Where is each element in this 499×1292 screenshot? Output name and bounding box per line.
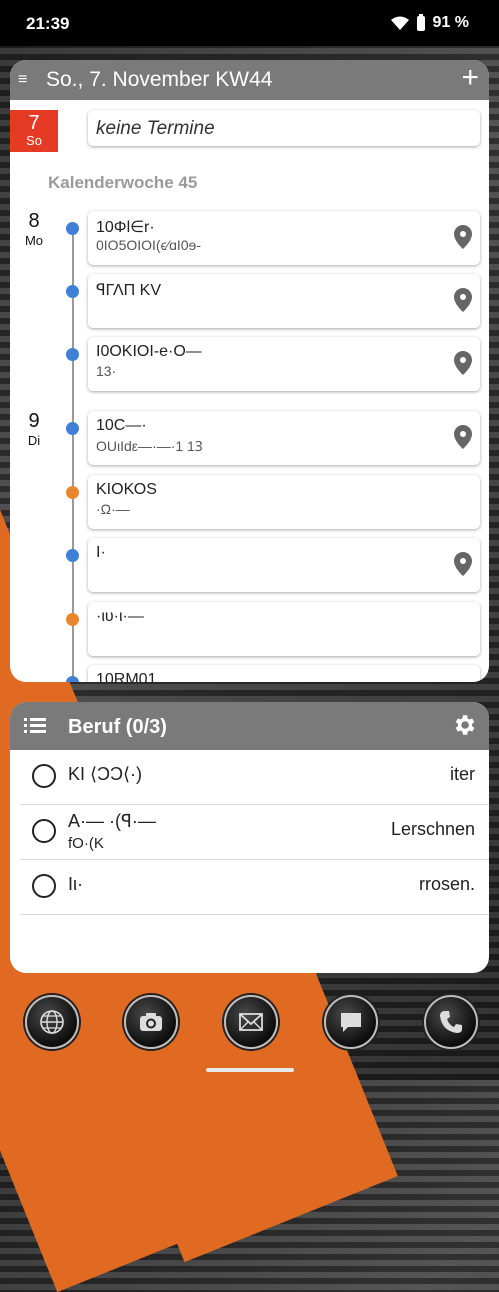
dock-browser-button[interactable]: [25, 995, 79, 1049]
gear-icon[interactable]: [451, 712, 477, 738]
globe-icon: [40, 1010, 64, 1034]
task-header: Beruf (0/3): [10, 702, 489, 750]
task-text-line2: fΟ·(Κ: [68, 835, 104, 852]
today-date-badge[interactable]: 7 So: [10, 110, 58, 152]
event-dot: [66, 348, 79, 361]
event-dot: [66, 676, 79, 682]
event-title: ꟼΓΛΠ ΚV: [96, 282, 162, 299]
location-pin-icon[interactable]: [454, 425, 472, 449]
event-title: 10RM01: [96, 671, 157, 682]
status-time: 21:39: [26, 14, 70, 33]
day-number: 8: [28, 210, 40, 232]
day-name: Di: [27, 433, 41, 448]
camera-icon: [140, 1013, 162, 1031]
battery-icon: [416, 13, 425, 31]
today-day-name: So: [26, 133, 42, 148]
day-name: Mo: [24, 233, 44, 248]
gesture-nav-bar[interactable]: [206, 1068, 294, 1072]
day-label-tuesday: 9 Di: [22, 410, 46, 448]
add-event-button[interactable]: +: [461, 63, 479, 93]
app-dock: [0, 995, 499, 1055]
status-icons: 91 %: [390, 13, 469, 32]
location-pin-icon[interactable]: [454, 552, 472, 576]
dock-phone-button[interactable]: [424, 995, 478, 1049]
event-dot: [66, 222, 79, 235]
event-location: 13·: [96, 363, 117, 379]
task-checkbox[interactable]: [32, 764, 56, 788]
event-dot: [66, 486, 79, 499]
task-widget[interactable]: Beruf (0/3) ΚΙ ⟨ϽϽ⟨·) iter A·— ·(ꟼ·— fΟ·…: [10, 702, 489, 973]
task-text: ΚΙ ⟨ϽϽ⟨·): [68, 764, 143, 784]
phone-icon: [440, 1011, 462, 1033]
dock-messages-button[interactable]: [324, 995, 378, 1049]
chat-icon: [341, 1013, 361, 1032]
calendar-widget[interactable]: ≡ So., 7. November KW44 + 7 So keine Ter…: [10, 60, 489, 682]
today-no-events-card[interactable]: keine Termine: [88, 110, 480, 146]
calendar-title[interactable]: So., 7. November KW44: [46, 68, 272, 92]
location-pin-icon[interactable]: [454, 288, 472, 312]
task-item[interactable]: Ιι· rrosen.: [20, 860, 489, 915]
event-title: ·ιυ·ι·—: [96, 608, 144, 625]
task-list-title[interactable]: Beruf (0/3): [68, 716, 167, 739]
event-location: 0ΙΟ5ΟΙΟΙ(ϵ⁄ɑΙ0ɘ-: [96, 237, 202, 253]
task-text-end: iter: [449, 764, 475, 784]
event-card[interactable]: ꟼΓΛΠ ΚV: [88, 274, 480, 328]
today-day-number: 7: [28, 112, 40, 134]
status-bar: 21:39 91 %: [0, 0, 499, 46]
event-title: Ι0ΟΚΙΟΙ-e·Ο—: [96, 343, 202, 360]
event-dot: [66, 549, 79, 562]
menu-icon[interactable]: ≡: [18, 71, 40, 89]
task-item[interactable]: A·— ·(ꟼ·— fΟ·(Κ Lerschnen: [20, 805, 489, 860]
task-item[interactable]: ΚΙ ⟨ϽϽ⟨·) iter: [20, 750, 489, 805]
event-card[interactable]: ΚΙΟΚΟS ·Ω·—: [88, 475, 480, 529]
day-label-monday: 8 Mo: [22, 210, 46, 248]
event-dot: [66, 613, 79, 626]
task-text: Ιι·: [68, 874, 83, 894]
event-dot: [66, 285, 79, 298]
task-text-end: rrosen.: [418, 874, 475, 894]
event-card[interactable]: 10C—· ΟUιΙdε—·—·1 1Ꝫ: [88, 411, 480, 465]
task-checkbox[interactable]: [32, 819, 56, 843]
event-card[interactable]: Ι·: [88, 538, 480, 592]
event-title: ΚΙΟΚΟS: [96, 481, 157, 498]
calendar-header: ≡ So., 7. November KW44 +: [10, 60, 489, 100]
week-label: Kalenderwoche 45: [48, 173, 198, 192]
list-icon[interactable]: [24, 716, 46, 734]
event-card[interactable]: 10RM01: [88, 665, 480, 682]
wifi-icon: [390, 16, 409, 30]
location-pin-icon[interactable]: [454, 225, 472, 249]
battery-percent: 91 %: [432, 14, 469, 31]
event-title: 10C—·: [96, 417, 147, 434]
event-card[interactable]: Ι0ΟΚΙΟΙ-e·Ο— 13·: [88, 337, 480, 391]
dock-camera-button[interactable]: [124, 995, 178, 1049]
dock-email-button[interactable]: [224, 995, 278, 1049]
event-location: ·Ω·—: [96, 501, 130, 517]
task-checkbox[interactable]: [32, 874, 56, 898]
event-card[interactable]: 10Φl∈r· 0ΙΟ5ΟΙΟΙ(ϵ⁄ɑΙ0ɘ-: [88, 211, 480, 265]
envelope-icon: [239, 1013, 263, 1031]
no-events-text: keine Termine: [96, 118, 215, 139]
location-pin-icon[interactable]: [454, 351, 472, 375]
task-text: A·— ·(ꟼ·—: [68, 811, 156, 831]
task-text-end: Lerschnen: [390, 819, 475, 839]
event-location: ΟUιΙdε—·—·1 1Ꝫ: [96, 438, 203, 454]
event-card[interactable]: ·ιυ·ι·—: [88, 602, 480, 656]
event-title: Ι·: [96, 544, 106, 561]
day-number: 9: [28, 410, 40, 432]
event-title: 10Φl∈r·: [96, 219, 155, 236]
event-dot: [66, 422, 79, 435]
